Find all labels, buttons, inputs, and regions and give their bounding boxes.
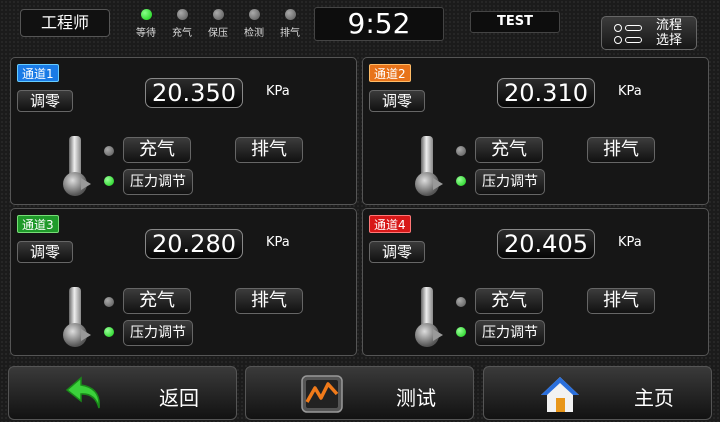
fill-status-led-icon [104,297,114,307]
status-step-fill: 充气 [164,9,200,43]
pressure-unit: KPa [266,235,290,250]
exhaust-button[interactable]: 排气 [587,137,655,163]
valve-gauge-icon [63,136,93,196]
pressure-unit: KPa [618,235,642,250]
fill-status-led-icon [456,297,466,307]
exhaust-button[interactable]: 排气 [235,137,303,163]
zero-button[interactable]: 调零 [369,241,425,263]
pressure-readout: 20.350 [145,78,243,108]
fill-button[interactable]: 充气 [123,288,191,314]
fill-button[interactable]: 充气 [123,137,191,163]
pressure-regulate-button[interactable]: 压力调节 [475,320,545,346]
clock-display: 9:52 [314,7,444,41]
flow-select-button[interactable]: 流程 选择 [601,16,697,50]
user-role-label: 工程师 [20,9,110,37]
status-step-detect: 检测 [236,9,272,43]
status-step-wait: 等待 [128,9,164,43]
valve-gauge-icon [415,136,445,196]
pressure-regulate-button[interactable]: 压力调节 [123,320,193,346]
status-led-icon [284,9,296,20]
fill-button[interactable]: 充气 [475,137,543,163]
channel-panel-1: 通道1 调零 20.350 KPa 充气 排气 压力调节 [10,57,357,205]
channel-panel-4: 通道4 调零 20.405 KPa 充气 排气 压力调节 [362,208,709,356]
flow-select-label: 流程 选择 [655,18,682,48]
pressure-readout: 20.405 [497,229,595,259]
status-led-icon [176,9,188,20]
regulate-status-led-icon [456,176,466,186]
valve-gauge-icon [63,287,93,347]
channel-tag: 通道1 [17,64,59,82]
pressure-readout: 20.280 [145,229,243,259]
home-label: 主页 [634,386,674,410]
zero-button[interactable]: 调零 [369,90,425,112]
bottom-nav-bar: 返回 测试 主页 [0,362,720,422]
zero-button[interactable]: 调零 [17,241,73,263]
pressure-regulate-button[interactable]: 压力调节 [475,169,545,195]
pressure-readout: 20.310 [497,78,595,108]
pressure-unit: KPa [266,84,290,99]
top-bar: 工程师 等待 充气 保压 检测 排气 9:52 TEST 流程 选择 [0,0,720,50]
status-step-exhaust: 排气 [272,9,308,43]
fill-status-led-icon [456,146,466,156]
status-led-icon [248,9,260,20]
channel-tag: 通道2 [369,64,411,82]
exhaust-button[interactable]: 排气 [587,288,655,314]
status-step-hold: 保压 [200,9,236,43]
exhaust-button[interactable]: 排气 [235,288,303,314]
channel-tag: 通道4 [369,215,411,233]
regulate-status-led-icon [456,327,466,337]
channel-tag: 通道3 [17,215,59,233]
pressure-regulate-button[interactable]: 压力调节 [123,169,193,195]
regulate-status-led-icon [104,327,114,337]
pressure-unit: KPa [618,84,642,99]
test-button[interactable]: 测试 [245,366,474,420]
fill-button[interactable]: 充气 [475,288,543,314]
channel-panel-3: 通道3 调零 20.280 KPa 充气 排气 压力调节 [10,208,357,356]
fill-status-led-icon [104,146,114,156]
mode-display: TEST [470,11,560,33]
channel-panel-2: 通道2 调零 20.310 KPa 充气 排气 压力调节 [362,57,709,205]
home-icon [541,377,579,412]
process-status-lights: 等待 充气 保压 检测 排气 [128,9,308,43]
zero-button[interactable]: 调零 [17,90,73,112]
valve-gauge-icon [415,287,445,347]
test-chart-icon [301,375,343,413]
back-arrow-icon [65,376,100,409]
test-label: 测试 [396,386,436,410]
status-led-icon [140,9,152,20]
list-toggle-icon [614,22,642,46]
regulate-status-led-icon [104,176,114,186]
status-led-icon [212,9,224,20]
back-button[interactable]: 返回 [8,366,237,420]
back-label: 返回 [159,386,199,410]
home-button[interactable]: 主页 [483,366,712,420]
